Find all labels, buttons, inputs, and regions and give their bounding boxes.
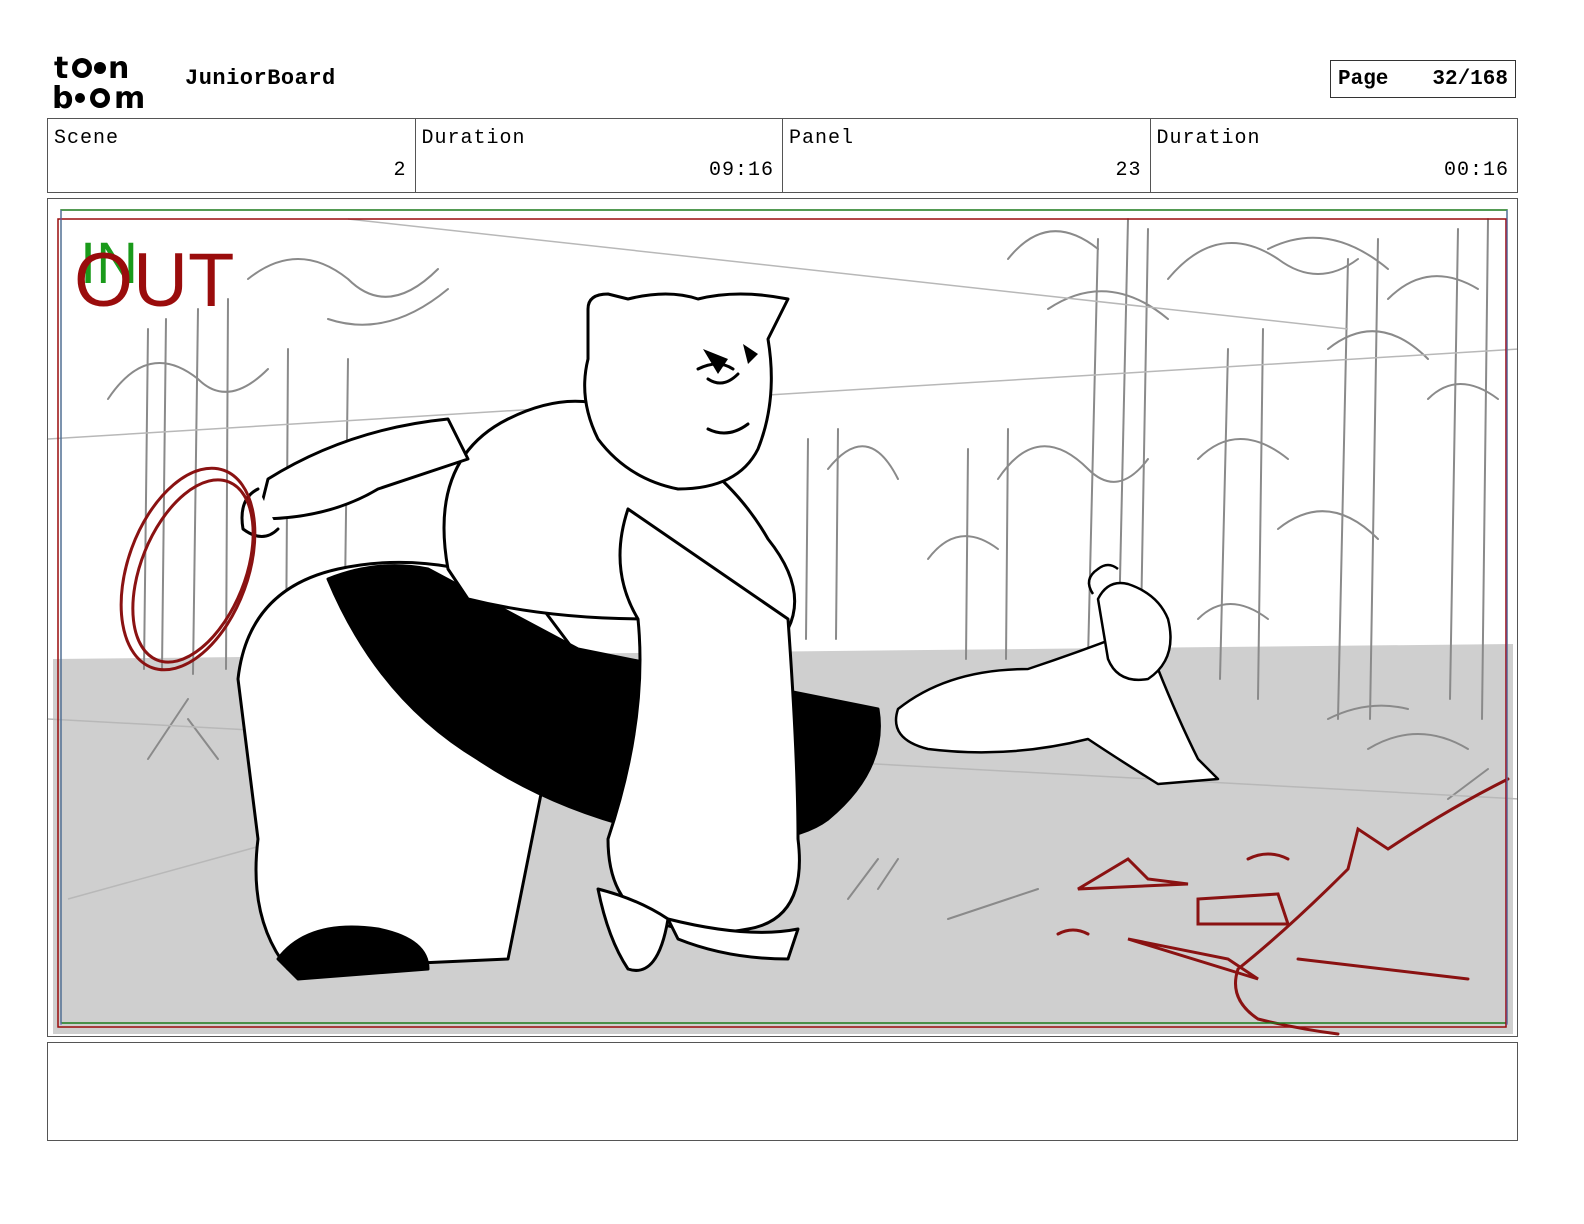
scene-duration-cell: Duration 09:16: [416, 119, 783, 192]
scene-label: Scene: [54, 127, 120, 150]
panel-value: 23: [1115, 159, 1142, 182]
panel-duration-cell: Duration 00:16: [1151, 119, 1518, 192]
scene-cell: Scene 2: [48, 119, 416, 192]
panel-duration-value: 00:16: [1443, 159, 1509, 182]
panel-label: Panel: [789, 127, 855, 150]
app-name: JuniorBoard: [185, 66, 336, 91]
scene-duration-label: Duration: [421, 127, 526, 150]
scene-info-table: Scene 2 Duration 09:16 Panel 23 Duration…: [47, 118, 1518, 193]
scene-duration-value: 09:16: [708, 159, 774, 182]
panel-cell: Panel 23: [783, 119, 1151, 192]
panel-drawing: [48, 209, 1517, 1036]
svg-text:m: m: [114, 81, 145, 112]
svg-text:b: b: [52, 81, 73, 112]
storyboard-panel[interactable]: IN OUT: [47, 198, 1518, 1037]
toon-boom-logo: t n b m: [52, 51, 164, 116]
page-label: Page: [1338, 67, 1389, 91]
page-value: 32/168: [1432, 67, 1508, 91]
out-marker: OUT: [74, 238, 235, 323]
page-indicator: Page 32/168: [1330, 60, 1516, 98]
panel-notes[interactable]: [47, 1042, 1518, 1141]
panel-duration-label: Duration: [1156, 127, 1261, 150]
scene-value: 2: [393, 159, 407, 182]
